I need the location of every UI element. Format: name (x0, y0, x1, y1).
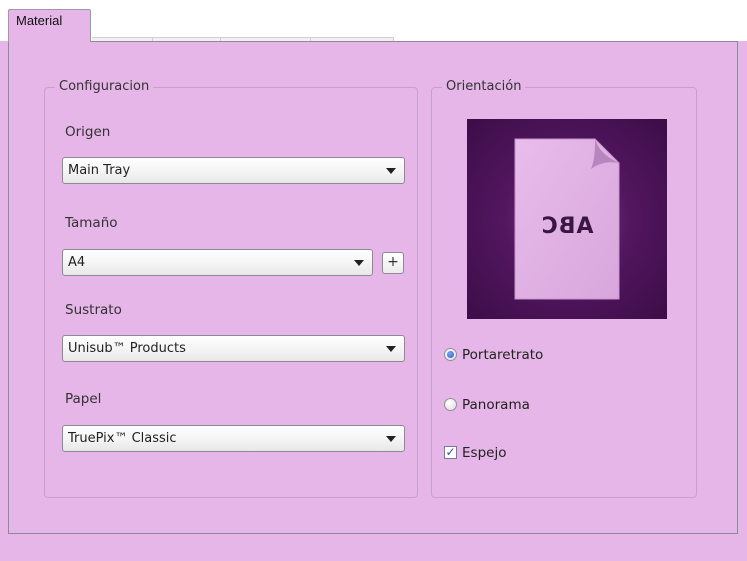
tab-material[interactable]: Material (8, 9, 91, 42)
add-size-button[interactable]: + (382, 252, 404, 274)
mirror-checkbox-label: Espejo (462, 445, 507, 461)
tamano-label: Tamaño (65, 215, 118, 231)
radio-unchecked-icon (444, 398, 457, 411)
configuracion-group: Configuracion Origen Main Tray Tamaño A4… (44, 79, 418, 498)
tamano-dropdown[interactable]: A4 (62, 249, 373, 276)
tab-material-label: Material (16, 13, 63, 28)
sustrato-dropdown-value: Unisub™ Products (68, 341, 186, 356)
tab-strip: Material (0, 0, 747, 42)
origen-label: Origen (65, 124, 111, 140)
radio-checked-icon (444, 348, 457, 361)
sustrato-label: Sustrato (65, 302, 122, 318)
chevron-down-icon (354, 260, 364, 266)
orientacion-group: Orientación ABC Portaretrato Panorama ✓ … (431, 79, 697, 498)
tamano-dropdown-value: A4 (68, 255, 86, 270)
orientacion-group-title: Orientación (442, 79, 526, 95)
landscape-radio[interactable]: Panorama (444, 397, 584, 415)
papel-label: Papel (65, 391, 102, 407)
configuracion-group-title: Configuracion (55, 79, 154, 95)
portrait-radio-label: Portaretrato (462, 347, 544, 363)
orientation-preview: ABC (467, 119, 667, 319)
papel-dropdown-value: TruePix™ Classic (68, 431, 177, 446)
portrait-radio[interactable]: Portaretrato (444, 347, 584, 365)
chevron-down-icon (386, 168, 396, 174)
chevron-down-icon (386, 346, 396, 352)
preview-text: ABC (540, 214, 594, 239)
material-tab-page: Configuracion Origen Main Tray Tamaño A4… (8, 41, 738, 534)
checkmark-icon: ✓ (444, 445, 457, 459)
origen-dropdown-value: Main Tray (68, 163, 131, 178)
sustrato-dropdown[interactable]: Unisub™ Products (62, 335, 405, 362)
mirror-checkbox[interactable]: ✓ Espejo (444, 445, 564, 463)
print-settings-window: Material Configuracion Origen Main Tray … (0, 0, 747, 561)
papel-dropdown[interactable]: TruePix™ Classic (62, 425, 405, 452)
landscape-radio-label: Panorama (462, 397, 530, 413)
chevron-down-icon (386, 436, 396, 442)
origen-dropdown[interactable]: Main Tray (62, 157, 405, 184)
